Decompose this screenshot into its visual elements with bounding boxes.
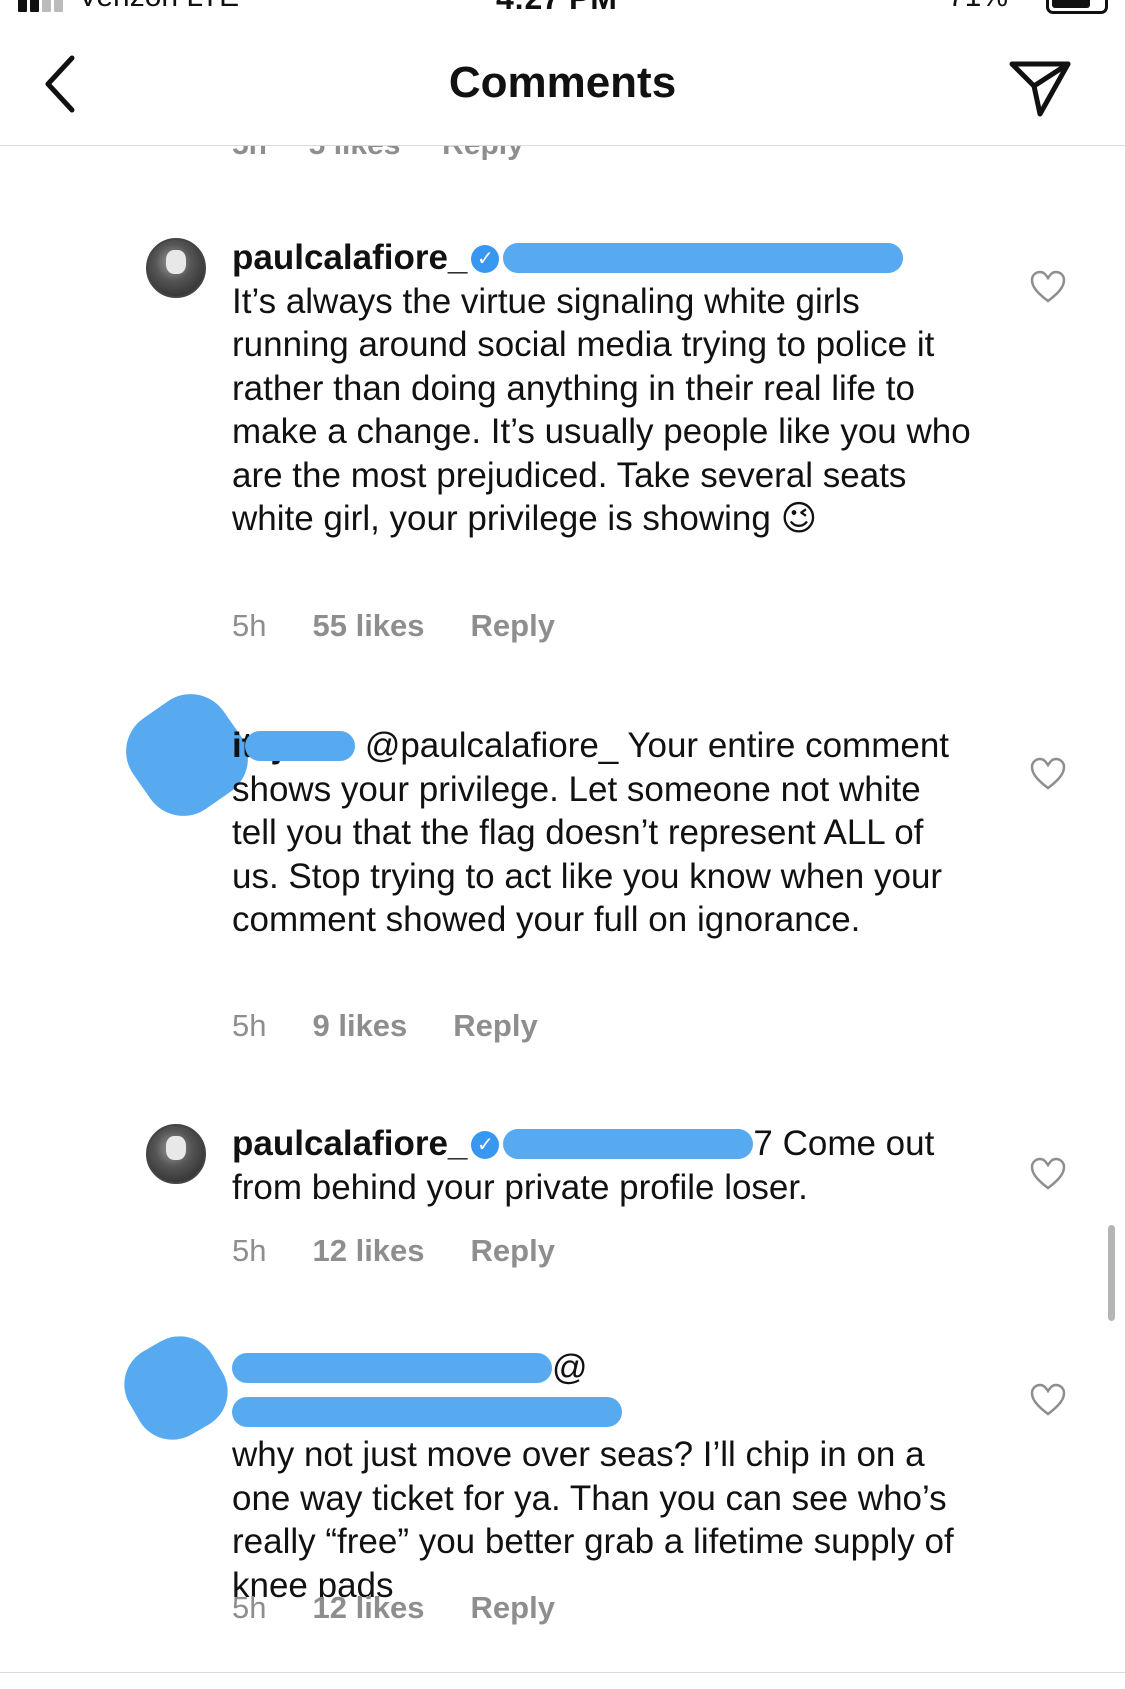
comment-mention-tail: 7 [753, 1124, 773, 1163]
comment-likes[interactable]: 9 likes [312, 1008, 407, 1044]
send-icon [1009, 61, 1071, 117]
verified-badge-icon: ✓ [471, 1131, 500, 1159]
signal-icon [18, 0, 63, 12]
comment-username[interactable]: paulcalafiore_ [232, 1124, 467, 1163]
reply-button[interactable]: Reply [471, 1233, 555, 1269]
reply-button[interactable]: Reply [471, 608, 555, 644]
avatar[interactable] [146, 238, 206, 298]
like-button[interactable] [1030, 757, 1066, 791]
divider [0, 1672, 1125, 1673]
carrier-label: Verizon LTE [78, 0, 239, 14]
like-button[interactable] [1030, 1157, 1066, 1191]
comment-mention[interactable]: @paulcalafiore_ [365, 726, 618, 765]
redacted-username [245, 731, 356, 761]
comment-time: 5h [232, 608, 267, 643]
comment-time: 5h [232, 1590, 267, 1625]
comment-mention-prefix: @ [552, 1348, 588, 1387]
comment-meta: 5h 55 likes Reply [232, 608, 555, 644]
comment-meta: 5h 12 likes Reply [232, 1590, 555, 1626]
scrollbar[interactable] [1108, 1225, 1115, 1321]
like-button[interactable] [1030, 270, 1066, 304]
comment-time: 5h [232, 1008, 267, 1043]
like-button[interactable] [1030, 1383, 1066, 1417]
comment-text: @ why not just move over seas? I’ll chip… [232, 1346, 972, 1607]
avatar[interactable] [146, 1124, 206, 1184]
redacted-mention [503, 243, 904, 273]
redacted-username [232, 1353, 552, 1383]
heart-icon [1030, 270, 1066, 303]
comment-message: It’s always the virtue signaling white g… [232, 281, 971, 539]
heart-icon [1030, 757, 1066, 790]
comment-likes[interactable]: 55 likes [312, 608, 424, 644]
nav-bar: Comments [0, 30, 1125, 146]
comment-time: 5h [232, 1233, 267, 1268]
comment-likes[interactable]: 12 likes [312, 1590, 424, 1626]
reply-button[interactable]: Reply [471, 1590, 555, 1626]
share-button[interactable] [1006, 56, 1074, 120]
page-title: Comments [448, 58, 677, 107]
clock: 4:27 PM [496, 0, 617, 14]
comment-text: itsjust @paulcalafiore_ Your entire comm… [232, 724, 972, 942]
redacted-avatar [110, 1322, 242, 1454]
comment-text: paulcalafiore_ ✓ 7 Come out from behind yo… [232, 1122, 972, 1209]
comment-meta: 5h 9 likes Reply [232, 1008, 538, 1044]
comment-text: paulcalafiore_ ✓ It’s always the virtue s… [232, 236, 972, 541]
comment-message: why not just move over seas? I’ll chip i… [232, 1435, 954, 1605]
comment-likes[interactable]: 12 likes [312, 1233, 424, 1269]
verified-badge-icon: ✓ [471, 245, 500, 273]
redacted-mention [503, 1129, 754, 1159]
redacted-mention [232, 1396, 622, 1427]
comment-meta: 5h 12 likes Reply [232, 1233, 555, 1269]
status-bar: Verizon LTE 4:27 PM 71% [0, 0, 1125, 14]
heart-icon [1030, 1157, 1066, 1190]
heart-icon [1030, 1383, 1066, 1416]
battery-percent: 71% [948, 0, 1008, 14]
reply-button[interactable]: Reply [453, 1008, 537, 1044]
battery-icon [1046, 0, 1108, 14]
comment-username[interactable]: paulcalafiore_ [232, 238, 467, 277]
